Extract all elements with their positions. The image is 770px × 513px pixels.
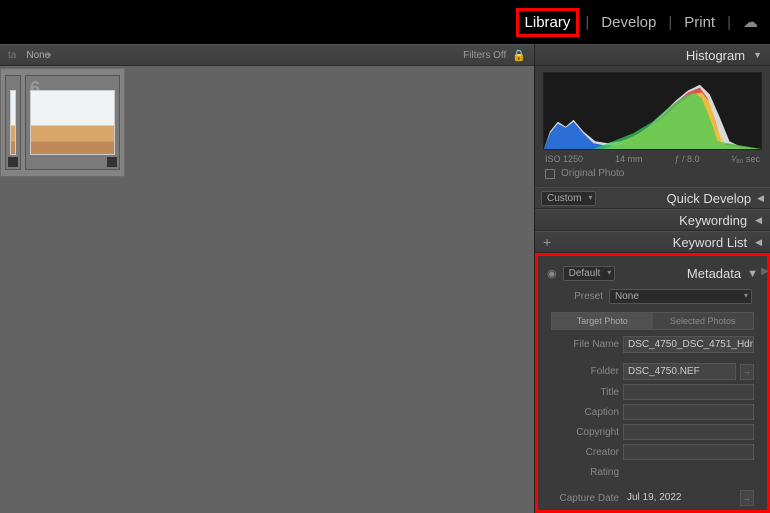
title-field[interactable] (623, 384, 754, 400)
thumbnail[interactable] (5, 75, 21, 170)
histogram-header[interactable]: Histogram ▼ (535, 44, 770, 66)
capture-date-value: Jul 19, 2022 (623, 490, 736, 506)
histogram-title: Histogram (686, 48, 745, 63)
metadata-set-dropdown[interactable]: Default (563, 266, 616, 281)
cloud-sync-icon[interactable]: ☁ (743, 13, 758, 31)
tab-library[interactable]: Library (516, 8, 580, 37)
exif-aperture: ƒ / 8.0 (674, 154, 699, 164)
exif-iso: ISO 1250 (545, 154, 583, 164)
module-picker: Library | Develop | Print | ☁ (0, 0, 770, 44)
keyword-list-title: Keyword List (673, 235, 747, 250)
thumb-image (30, 90, 115, 155)
quick-develop-header[interactable]: Custom Quick Develop ◀ (535, 187, 770, 209)
keywording-title: Keywording (679, 213, 747, 228)
right-panel: Histogram ▼ ISO 1250 14 mm ƒ / 8.0 (534, 44, 770, 513)
thumb-badge-icon (107, 157, 117, 167)
tab-selected-photos[interactable]: Selected Photos (653, 313, 754, 329)
eye-icon[interactable]: ◉ (547, 267, 557, 280)
thumb-badge-icon (8, 157, 18, 167)
collapse-icon: ◀ (757, 193, 764, 204)
exif-shutter: ¹⁄₈₀ sec (731, 154, 759, 164)
filename-field[interactable]: DSC_4750_DSC_4751_Hdr. (623, 336, 754, 353)
caption-field[interactable] (623, 404, 754, 420)
histogram-graph[interactable] (543, 72, 762, 150)
metadata-scope-tabs: Target Photo Selected Photos (551, 312, 754, 330)
creator-field[interactable] (623, 444, 754, 460)
preset-label: Preset (553, 291, 603, 302)
filter-none-label[interactable]: None (22, 50, 54, 61)
metadata-title: Metadata (687, 266, 741, 281)
folder-field[interactable]: DSC_4750.NEF (623, 363, 736, 380)
filename-label: File Name (545, 339, 619, 350)
exif-focal: 14 mm (615, 154, 643, 164)
quick-develop-title: Quick Develop (667, 191, 752, 206)
copyright-label: Copyright (545, 427, 619, 438)
panel-expand-handle[interactable]: ▶ (760, 257, 770, 287)
collapse-icon: ▼ (747, 268, 758, 280)
filter-lock-icon[interactable]: 🔒 (512, 49, 526, 62)
library-filter-bar: ta None Filters Off 🔒 (0, 44, 534, 66)
folder-goto-button[interactable]: → (740, 364, 754, 380)
original-photo-label: Original Photo (561, 168, 624, 179)
grid-thumbstrip: 6 (0, 68, 125, 177)
filters-toggle[interactable]: Filters Off (463, 50, 506, 61)
copyright-field[interactable] (623, 424, 754, 440)
original-photo-checkbox[interactable] (545, 169, 555, 179)
collapse-icon: ▼ (753, 50, 762, 60)
content-area: ta None Filters Off 🔒 6 (0, 44, 534, 513)
rating-field[interactable] (623, 464, 754, 480)
creator-label: Creator (545, 447, 619, 458)
grid-canvas[interactable] (0, 177, 534, 513)
collapse-icon: ◀ (755, 237, 762, 248)
histogram-panel: ISO 1250 14 mm ƒ / 8.0 ¹⁄₈₀ sec Original… (535, 66, 770, 187)
title-label: Title (545, 387, 619, 398)
metadata-panel: ◉ Default Metadata ▼ Preset None Target … (535, 253, 770, 513)
rating-label: Rating (545, 467, 619, 478)
collapse-icon: ◀ (755, 215, 762, 226)
caption-label: Caption (545, 407, 619, 418)
capture-date-label: Capture Date (545, 493, 619, 504)
tab-divider: | (585, 14, 589, 31)
keywording-header[interactable]: Keywording ◀ (535, 209, 770, 231)
preset-dropdown[interactable]: None (609, 289, 752, 304)
thumbnail[interactable]: 6 (25, 75, 120, 170)
original-photo-row[interactable]: Original Photo (543, 166, 762, 183)
tab-divider: | (668, 14, 672, 31)
filter-attr-truncated: ta (8, 50, 16, 61)
treatment-dropdown[interactable]: Custom (541, 191, 596, 206)
tab-print[interactable]: Print (678, 11, 721, 34)
exif-row: ISO 1250 14 mm ƒ / 8.0 ¹⁄₈₀ sec (543, 150, 762, 166)
keyword-list-header[interactable]: + Keyword List ◀ (535, 231, 770, 253)
tab-develop[interactable]: Develop (595, 11, 662, 34)
tab-target-photo[interactable]: Target Photo (552, 313, 653, 329)
capture-date-goto-button[interactable]: → (740, 490, 754, 506)
tab-divider: | (727, 14, 731, 31)
folder-label: Folder (545, 366, 619, 377)
metadata-header[interactable]: ◉ Default Metadata ▼ (545, 262, 760, 285)
add-keyword-icon[interactable]: + (543, 234, 551, 250)
